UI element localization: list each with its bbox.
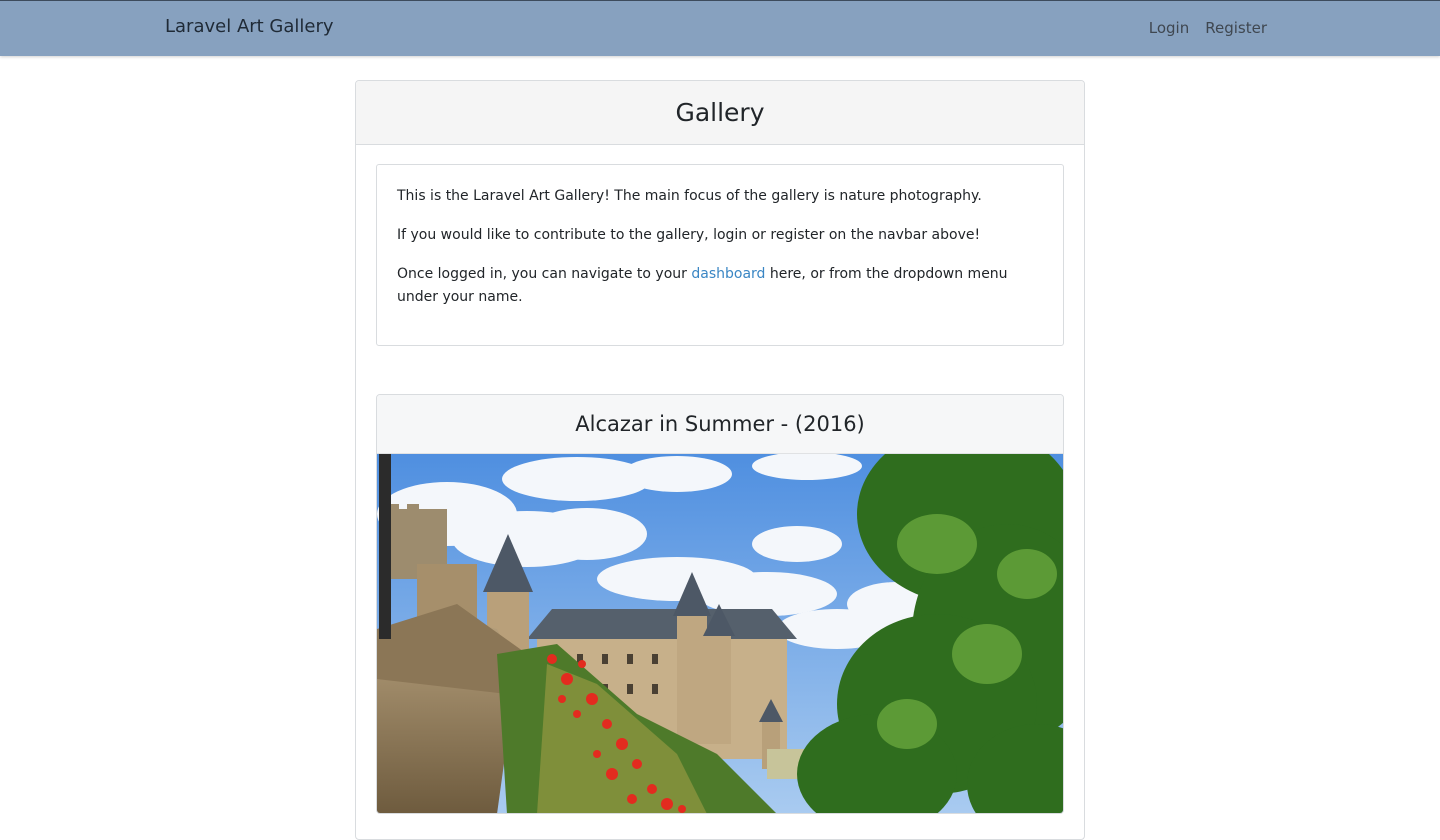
artwork-card: Alcazar in Summer - (2016)	[376, 394, 1064, 814]
navbar: Laravel Art Gallery Login Register	[0, 0, 1440, 56]
dashboard-link[interactable]: dashboard	[691, 266, 765, 282]
gallery-card: Gallery This is the Laravel Art Gallery!…	[355, 80, 1085, 840]
gallery-card-header: Gallery	[356, 81, 1084, 145]
register-link[interactable]: Register	[1205, 19, 1267, 37]
artwork-image[interactable]	[377, 454, 1063, 814]
nav-links: Login Register	[1149, 19, 1267, 37]
artwork-header: Alcazar in Summer - (2016)	[377, 395, 1063, 454]
login-link[interactable]: Login	[1149, 19, 1189, 37]
intro-paragraph-3: Once logged in, you can navigate to your…	[397, 263, 1043, 309]
intro-text-before-link: Once logged in, you can navigate to your	[397, 266, 692, 282]
brand-link[interactable]: Laravel Art Gallery	[165, 16, 334, 37]
page-title: Gallery	[675, 98, 765, 127]
intro-paragraph-2: If you would like to contribute to the g…	[397, 227, 981, 243]
intro-paragraph-1: This is the Laravel Art Gallery! The mai…	[397, 188, 982, 204]
artwork-title: Alcazar in Summer - (2016)	[575, 412, 865, 436]
intro-box: This is the Laravel Art Gallery! The mai…	[376, 164, 1064, 346]
